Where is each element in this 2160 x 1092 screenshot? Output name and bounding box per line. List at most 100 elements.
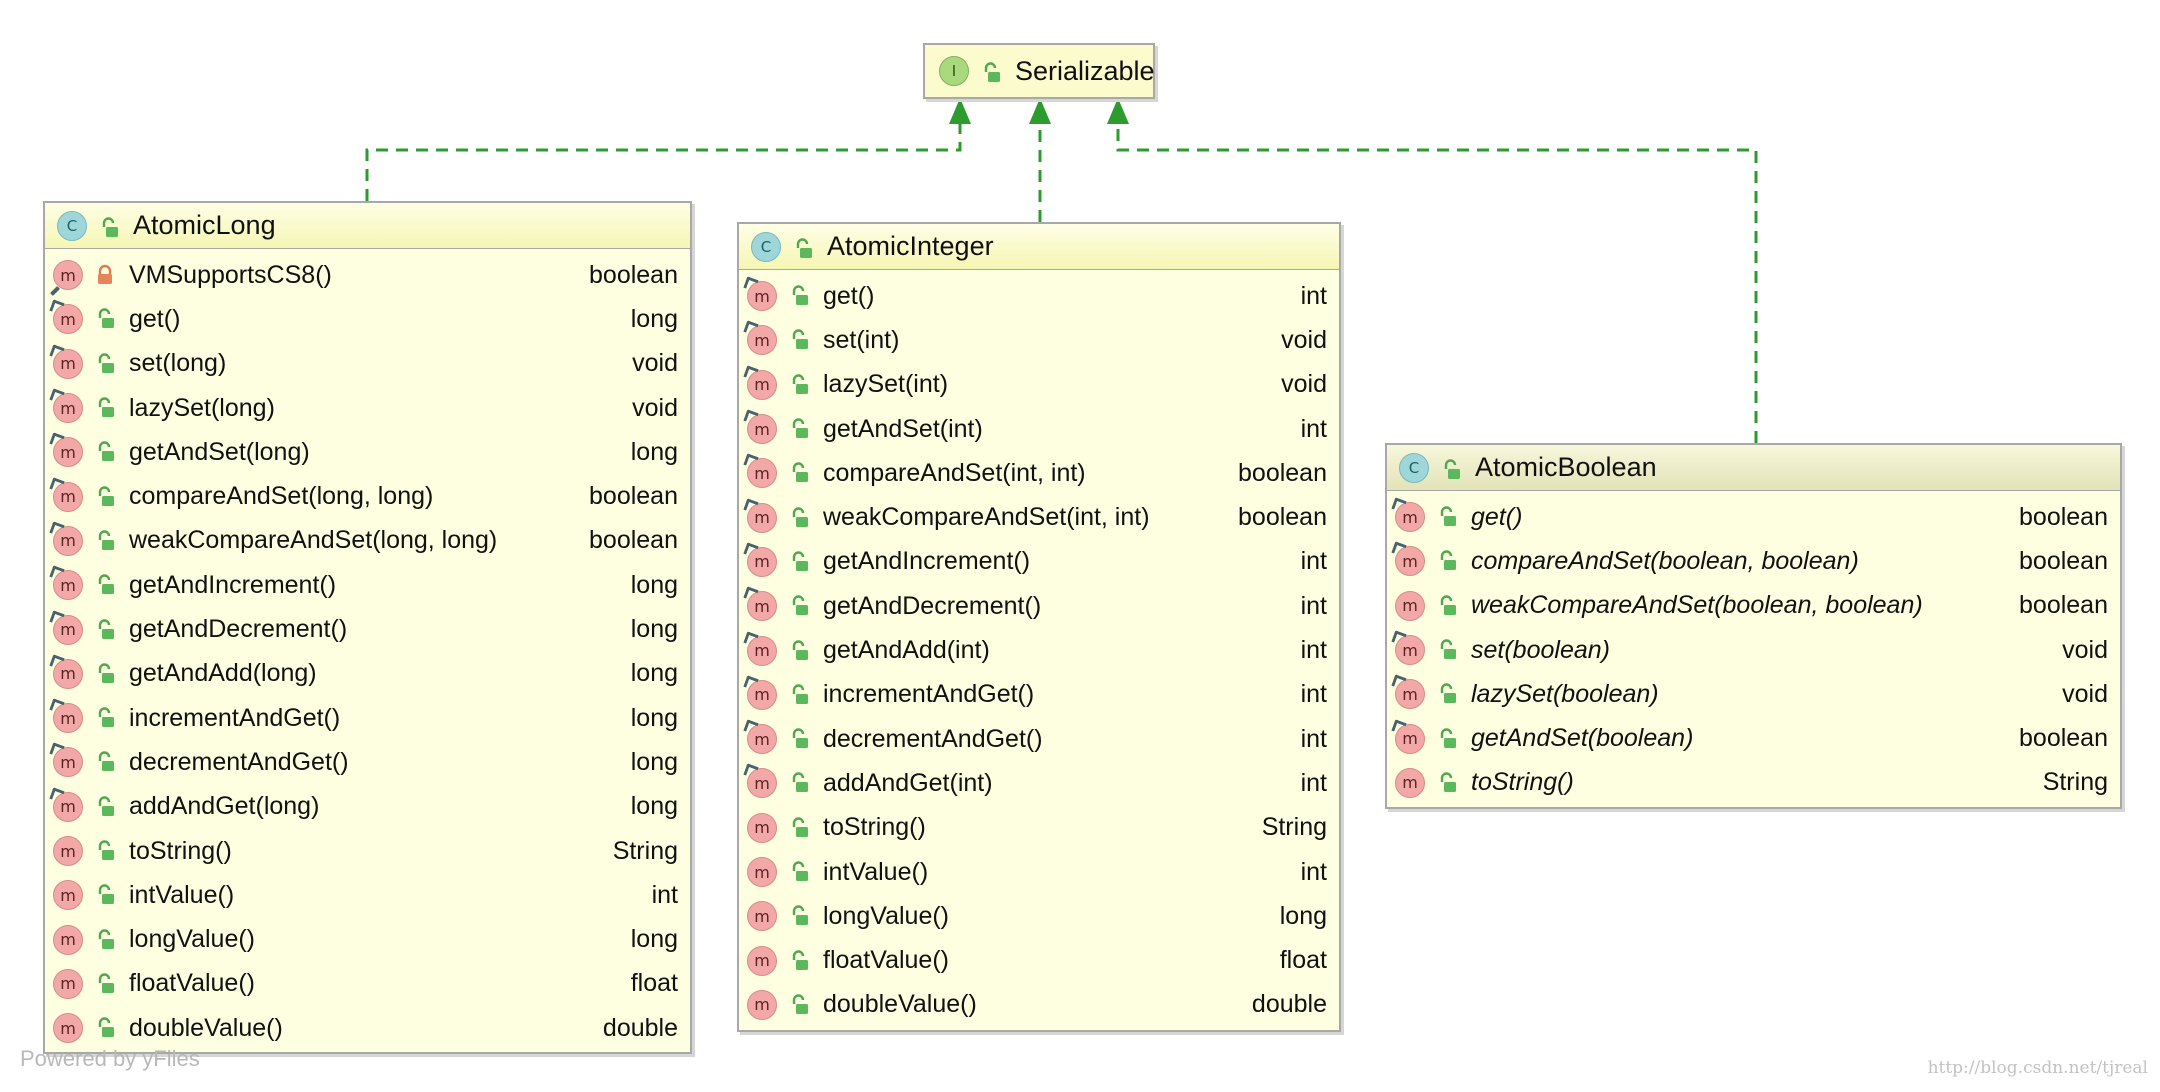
method-row[interactable]: m addAndGet(int) int bbox=[739, 761, 1339, 805]
method-return-type: long bbox=[1279, 901, 1327, 930]
method-row[interactable]: m longValue() long bbox=[45, 917, 690, 961]
private-lock-icon bbox=[95, 264, 115, 286]
method-icon: m bbox=[1391, 497, 1425, 533]
method-row[interactable]: m getAndDecrement() int bbox=[739, 584, 1339, 628]
method-icon: m bbox=[49, 299, 83, 335]
method-row[interactable]: m toString() String bbox=[45, 829, 690, 873]
method-row[interactable]: m getAndSet(int) int bbox=[739, 407, 1339, 451]
method-name: getAndIncrement() bbox=[129, 570, 337, 599]
method-row[interactable]: m floatValue() float bbox=[45, 962, 690, 1006]
override-marker-icon bbox=[49, 565, 65, 581]
method-row[interactable]: m compareAndSet(int, int) boolean bbox=[739, 451, 1339, 495]
method-row[interactable]: m toString() String bbox=[1387, 761, 2120, 805]
method-row[interactable]: m doubleValue() double bbox=[739, 983, 1339, 1027]
method-row[interactable]: m compareAndSet(boolean, boolean) boolean bbox=[1387, 539, 2120, 583]
public-unlock-icon bbox=[95, 441, 115, 463]
method-icon: m bbox=[743, 320, 777, 356]
method-name: set(long) bbox=[129, 349, 227, 378]
method-row[interactable]: m compareAndSet(long, long) boolean bbox=[45, 474, 690, 518]
method-return-type: long bbox=[630, 747, 678, 776]
override-marker-icon bbox=[743, 365, 759, 381]
method-name: toString() bbox=[129, 836, 232, 865]
public-unlock-icon bbox=[789, 772, 809, 794]
method-icon: m bbox=[743, 630, 777, 666]
method-return-type: long bbox=[630, 659, 678, 688]
method-row[interactable]: m getAndDecrement() long bbox=[45, 607, 690, 651]
method-row[interactable]: m getAndAdd(int) int bbox=[739, 628, 1339, 672]
method-row[interactable]: m weakCompareAndSet(boolean, boolean) bool… bbox=[1387, 584, 2120, 628]
method-row[interactable]: m getAndSet(long) long bbox=[45, 430, 690, 474]
method-return-type: boolean bbox=[1238, 503, 1327, 532]
method-name: VMSupportsCS8() bbox=[129, 260, 332, 289]
method-row[interactable]: m get() boolean bbox=[1387, 495, 2120, 539]
public-unlock-icon bbox=[95, 618, 115, 641]
override-marker-icon bbox=[1391, 718, 1407, 735]
method-row[interactable]: m floatValue() float bbox=[739, 938, 1339, 982]
method-row[interactable]: m intValue() int bbox=[45, 873, 690, 917]
method-row[interactable]: m set(long) void bbox=[45, 342, 690, 386]
method-name: get() bbox=[129, 304, 181, 333]
method-row[interactable]: m lazySet(boolean) void bbox=[1387, 672, 2120, 716]
interface-serializable[interactable]: I Serializable bbox=[923, 43, 1155, 99]
method-return-type: void bbox=[1281, 370, 1327, 399]
method-name: addAndGet(long) bbox=[129, 792, 320, 821]
interface-name: Serializable bbox=[1015, 55, 1155, 86]
method-row[interactable]: m intValue() int bbox=[739, 850, 1339, 894]
public-unlock-icon bbox=[1437, 683, 1457, 705]
public-unlock-icon bbox=[789, 374, 809, 396]
class-node-atomic-long[interactable]: C AtomicLong m VMSupportsCS8() boolean m get… bbox=[43, 201, 692, 1054]
method-row[interactable]: m toString() String bbox=[739, 806, 1339, 850]
public-unlock-icon bbox=[95, 530, 115, 552]
method-icon: m bbox=[743, 497, 777, 533]
method-row[interactable]: m longValue() long bbox=[739, 894, 1339, 938]
method-row[interactable]: m incrementAndGet() long bbox=[45, 696, 690, 740]
method-name: floatValue() bbox=[129, 969, 255, 998]
method-return-type: long bbox=[630, 437, 678, 466]
public-unlock-icon bbox=[789, 949, 809, 972]
public-unlock-icon bbox=[1437, 550, 1457, 572]
class-node-atomic-boolean[interactable]: C AtomicBoolean m get() boolean m compareAnd… bbox=[1385, 443, 2122, 809]
method-row[interactable]: m incrementAndGet() int bbox=[739, 673, 1339, 717]
method-return-type: void bbox=[632, 349, 678, 378]
method-name: compareAndSet(long, long) bbox=[129, 482, 434, 511]
method-row[interactable]: m get() int bbox=[739, 274, 1339, 318]
override-marker-icon bbox=[743, 763, 759, 780]
public-unlock-icon bbox=[789, 905, 809, 927]
method-row[interactable]: m decrementAndGet() long bbox=[45, 740, 690, 784]
method-return-type: int bbox=[1300, 857, 1327, 886]
method-name: getAndSet(boolean) bbox=[1471, 724, 1694, 753]
override-marker-icon bbox=[743, 719, 759, 735]
method-list: m get() int m set(int) void m lazySet(int) void m… bbox=[739, 270, 1339, 1027]
method-row[interactable]: m set(boolean) void bbox=[1387, 628, 2120, 672]
method-row[interactable]: m doubleValue() double bbox=[45, 1006, 690, 1050]
method-row[interactable]: m lazySet(int) void bbox=[739, 363, 1339, 407]
method-row[interactable]: m set(int) void bbox=[739, 318, 1339, 362]
implementation-marker-icon bbox=[50, 286, 60, 297]
method-row[interactable]: m getAndIncrement() long bbox=[45, 563, 690, 607]
public-unlock-icon bbox=[95, 840, 115, 862]
method-icon: m bbox=[49, 787, 83, 822]
override-marker-icon bbox=[1391, 674, 1407, 691]
method-return-type: boolean bbox=[2019, 502, 2108, 531]
method-row[interactable]: m decrementAndGet() int bbox=[739, 717, 1339, 761]
method-row[interactable]: m weakCompareAndSet(int, int) boolean bbox=[739, 495, 1339, 539]
public-unlock-icon bbox=[789, 861, 809, 883]
method-return-type: long bbox=[630, 703, 678, 732]
public-unlock-icon bbox=[789, 639, 809, 662]
method-row[interactable]: m weakCompareAndSet(long, long) boolean bbox=[45, 519, 690, 563]
method-row[interactable]: m get() long bbox=[45, 297, 690, 341]
method-row[interactable]: m VMSupportsCS8() boolean bbox=[45, 253, 690, 297]
method-row[interactable]: m addAndGet(long) long bbox=[45, 785, 690, 829]
method-icon: m bbox=[747, 857, 777, 887]
method-row[interactable]: m getAndIncrement() int bbox=[739, 540, 1339, 584]
class-node-atomic-integer[interactable]: C AtomicInteger m get() int m set(int) void m l… bbox=[737, 222, 1341, 1032]
public-unlock-icon bbox=[1437, 595, 1457, 617]
method-row[interactable]: m lazySet(long) void bbox=[45, 386, 690, 430]
method-row[interactable]: m getAndSet(boolean) boolean bbox=[1387, 716, 2120, 760]
method-name: compareAndSet(boolean, boolean) bbox=[1471, 546, 1859, 575]
method-name: lazySet(boolean) bbox=[1471, 679, 1659, 708]
method-name: longValue() bbox=[823, 901, 950, 930]
method-row[interactable]: m getAndAdd(long) long bbox=[45, 652, 690, 696]
override-marker-icon bbox=[743, 497, 759, 514]
method-return-type: boolean bbox=[2019, 724, 2108, 753]
